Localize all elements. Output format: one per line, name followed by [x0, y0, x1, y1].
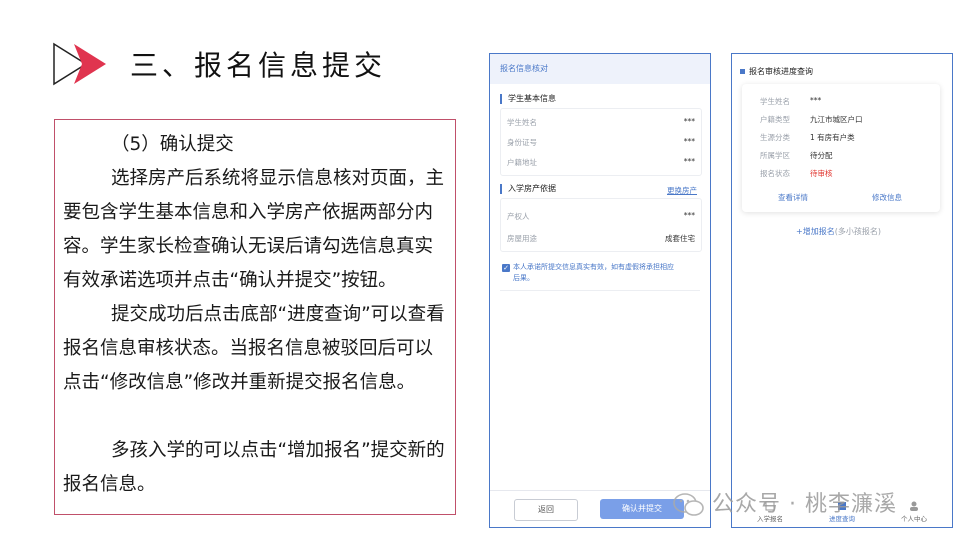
source-category-value: 1 有房有户类 [810, 133, 855, 142]
student-name-label: 学生姓名 [507, 118, 537, 127]
view-detail-button[interactable]: 查看详情 [778, 192, 808, 203]
house-section-title: 入学房产依据 [500, 184, 556, 194]
promise-text-line2: 后果。 [513, 274, 534, 282]
student-section-title: 学生基本信息 [500, 94, 556, 104]
paragraph-2: 提交成功后点击底部“进度查询”可以查看报名信息审核状态。当报名信息被驳回后可以点… [63, 304, 445, 393]
progress-page-title: 报名审核进度查询 [740, 66, 813, 77]
watermark: 公众号 · 桃李濂溪 [672, 486, 897, 518]
progress-card: 学生姓名 *** 户籍类型 九江市城区户口 生源分类 1 有房有户类 所属学区 … [742, 84, 940, 212]
house-use-value: 成套住宅 [665, 234, 695, 243]
back-button[interactable]: 返回 [514, 499, 578, 521]
add-registration-note: (多小孩报名) [834, 227, 881, 236]
add-registration-link[interactable]: +增加报名(多小孩报名) [796, 226, 881, 237]
step-heading: （5）确认提交 [111, 134, 234, 155]
owner-value: *** [683, 211, 695, 220]
registration-status-label: 报名状态 [760, 169, 790, 178]
verify-page-screenshot: 报名信息核对 学生基本信息 学生姓名 *** 身份证号 *** 户籍地址 ***… [489, 53, 711, 528]
watermark-text: 公众号 · 桃李濂溪 [712, 492, 897, 517]
student-info-card: 学生姓名 *** 身份证号 *** 户籍地址 *** [500, 108, 702, 176]
owner-label: 产权人 [507, 212, 530, 221]
progress-title-text: 报名审核进度查询 [749, 67, 813, 76]
user-icon [910, 501, 918, 511]
household-address-value: *** [683, 157, 695, 166]
registration-status-value: 待审核 [810, 169, 833, 178]
verify-page-title: 报名信息核对 [500, 64, 548, 73]
progress-student-value: *** [810, 96, 822, 105]
school-district-value: 待分配 [810, 151, 833, 160]
tab-profile-label: 个人中心 [901, 515, 927, 523]
student-name-value: *** [683, 117, 695, 126]
source-category-label: 生源分类 [760, 133, 790, 142]
household-address-label: 户籍地址 [507, 158, 537, 167]
progress-page-screenshot: 报名审核进度查询 学生姓名 *** 户籍类型 九江市城区户口 生源分类 1 有房… [731, 53, 953, 528]
id-number-value: *** [683, 137, 695, 146]
id-number-label: 身份证号 [507, 138, 537, 147]
modify-info-button[interactable]: 修改信息 [872, 192, 902, 203]
school-district-label: 所属学区 [760, 151, 790, 160]
add-registration-text: +增加报名 [796, 227, 835, 236]
change-house-link[interactable]: 更换房产 [667, 185, 697, 196]
divider [500, 290, 700, 291]
arrow-logo-icon [53, 42, 106, 86]
slide-title: 三、报名信息提交 [130, 49, 387, 82]
promise-text: 本人承诺所提交信息真实有效，如有虚假将承担相应 后果。 [513, 262, 703, 284]
paragraph-1: 选择房产后系统将显示信息核对页面，主要包含学生基本信息和入学房产依据两部分内容。… [63, 168, 445, 291]
title-marker-icon [740, 69, 745, 74]
house-info-card: 产权人 *** 房屋用途 成套住宅 [500, 198, 702, 252]
house-use-label: 房屋用途 [507, 234, 537, 243]
promise-text-line1: 本人承诺所提交信息真实有效，如有虚假将承担相应 [513, 263, 674, 271]
instruction-textbox: （5）确认提交 选择房产后系统将显示信息核对页面，主要包含学生基本信息和入学房产… [54, 119, 456, 515]
household-type-label: 户籍类型 [760, 115, 790, 124]
progress-student-label: 学生姓名 [760, 97, 790, 106]
wechat-icon [673, 493, 704, 516]
promise-checkbox[interactable]: ✓ [502, 264, 510, 272]
household-type-value: 九江市城区户口 [810, 115, 863, 124]
paragraph-3: 多孩入学的可以点击“增加报名”提交新的报名信息。 [63, 440, 445, 495]
verify-page-header: 报名信息核对 [490, 54, 710, 84]
